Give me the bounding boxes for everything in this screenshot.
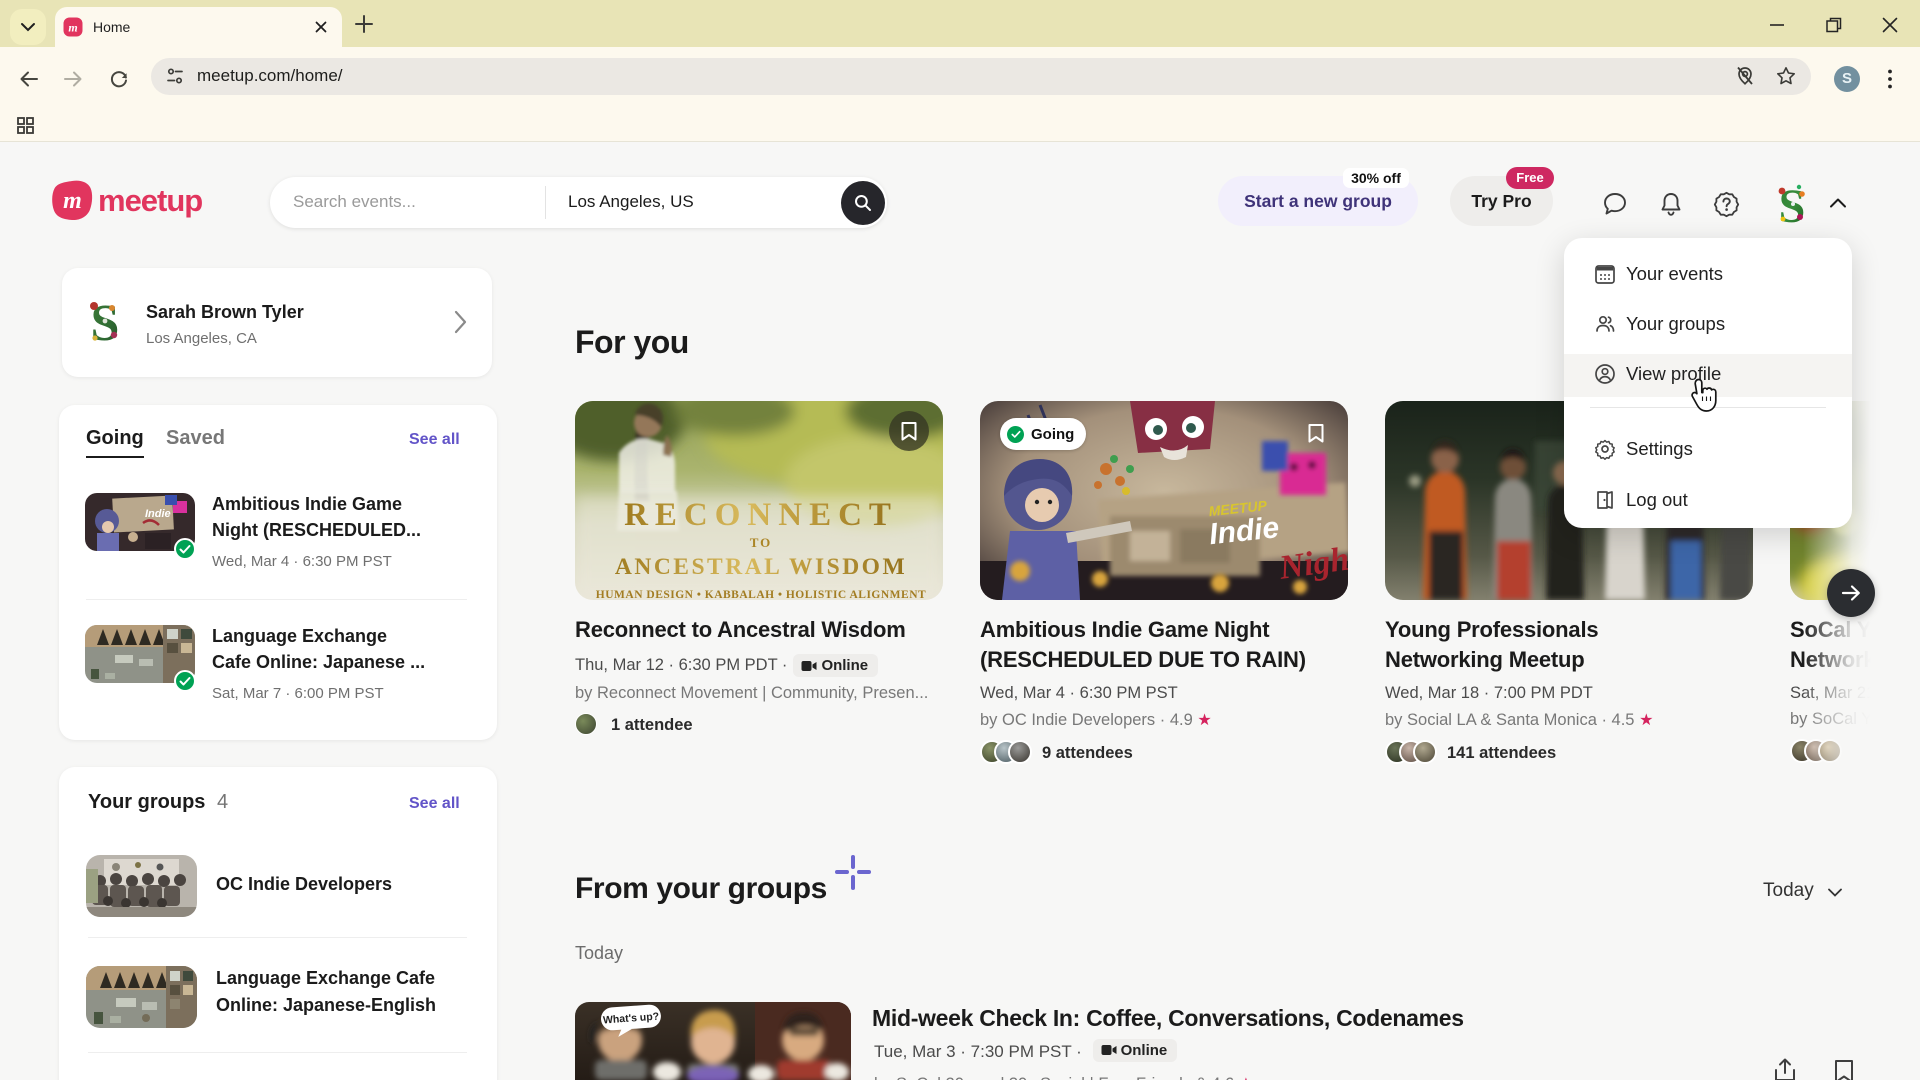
svg-text:HUMAN DESIGN • KABBALAH • HOLI: HUMAN DESIGN • KABBALAH • HOLISTIC ALIGN… <box>596 589 926 600</box>
svg-text:TO: TO <box>750 535 773 550</box>
svg-text:RECONNECT: RECONNECT <box>624 497 898 533</box>
svg-text:m: m <box>68 21 77 35</box>
svg-text:m: m <box>63 188 82 214</box>
svg-text:ANCESTRAL WISDOM: ANCESTRAL WISDOM <box>615 554 907 580</box>
svg-text:Indie: Indie <box>145 508 171 520</box>
svg-text:meetup: meetup <box>98 183 202 218</box>
